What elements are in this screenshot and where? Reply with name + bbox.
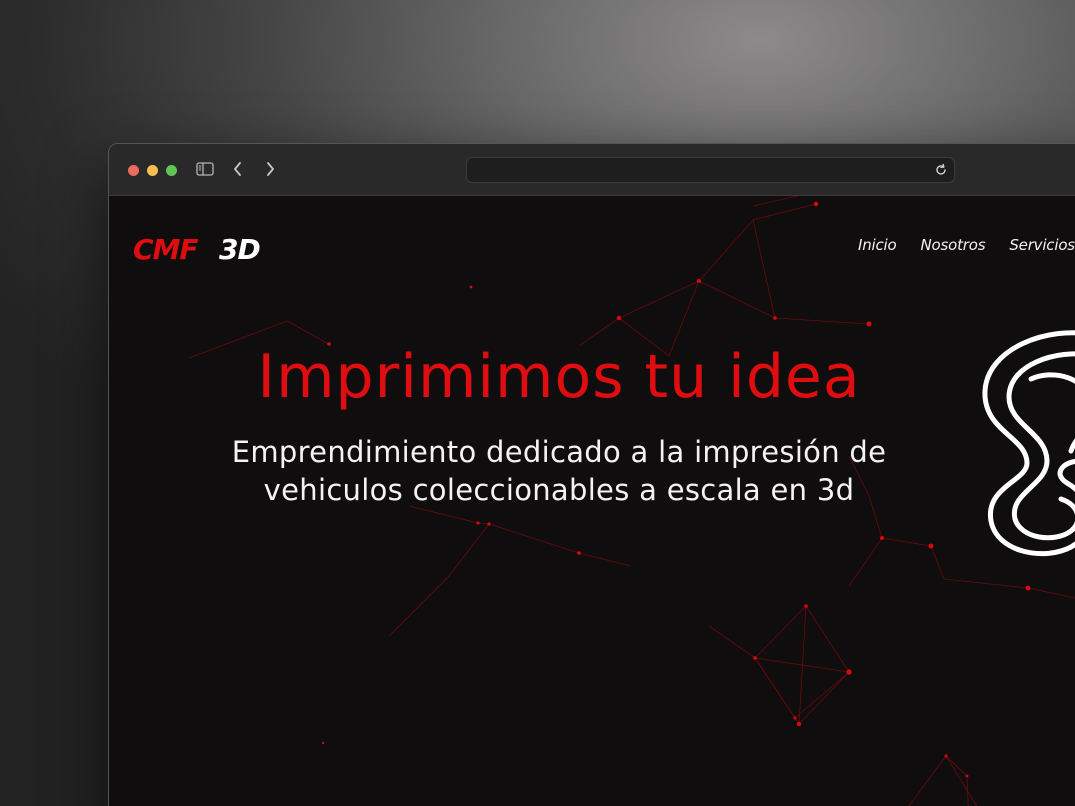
address-bar[interactable] [466,157,955,183]
close-window-button[interactable] [128,165,139,176]
browser-toolbar [109,144,1075,196]
3d-ear-model-graphic [982,330,1075,557]
back-arrow-icon[interactable] [227,158,249,180]
browser-window: CMF 3D Inicio Nosotros Servicios Imprimi… [108,143,1075,806]
logo-text-cmf: CMF [133,233,198,266]
main-navigation: Inicio Nosotros Servicios [858,236,1075,254]
sidebar-icon[interactable] [194,158,216,180]
forward-arrow-icon[interactable] [259,158,281,180]
hero-subtitle-line-1: Emprendimiento dedicado a la impresión d… [231,435,887,469]
hero-subtitle: Emprendimiento dedicado a la impresión d… [109,433,1009,509]
hero-subtitle-line-2: vehiculos coleccionables a escala en 3d [263,473,855,507]
nav-link-servicios[interactable]: Servicios [1009,236,1075,254]
hero-title: Imprimimos tu idea [257,342,861,412]
minimize-window-button[interactable] [147,165,158,176]
web-page: CMF 3D Inicio Nosotros Servicios Imprimi… [109,196,1075,806]
nav-link-inicio[interactable]: Inicio [858,236,897,254]
zoom-window-button[interactable] [166,165,177,176]
cmf-3d-logo[interactable]: CMF 3D [131,232,281,266]
reload-icon[interactable] [933,162,949,178]
nav-link-nosotros[interactable]: Nosotros [921,236,986,254]
logo-text-3d: 3D [219,233,260,266]
